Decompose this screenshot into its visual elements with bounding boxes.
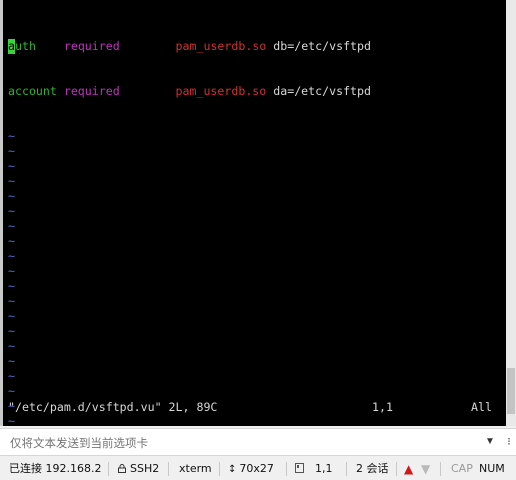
caps-lock-indicator: CAP	[451, 462, 473, 475]
scrollbar-thumb[interactable]	[507, 368, 515, 414]
divider	[346, 462, 347, 476]
send-command-bar: ▼ ⁝	[0, 428, 516, 456]
vim-empty-line-tilde: ~	[8, 414, 15, 426]
send-text-input[interactable]	[8, 433, 482, 453]
vim-file-info: "/etc/pam.d/vsftpd.vu" 2L, 89C	[8, 400, 218, 414]
pam-type: uth	[14, 39, 64, 53]
pam-line-account: account required pam_userdb.so da=/etc/v…	[8, 84, 502, 99]
divider	[440, 462, 441, 476]
divider	[108, 462, 109, 476]
cursor-pos-icon	[295, 458, 309, 480]
vim-status-line: "/etc/pam.d/vsftpd.vu" 2L, 89C 1,1 All	[8, 399, 502, 415]
pam-module: pam_userdb.so	[175, 39, 274, 53]
num-lock-indicator: NUM	[479, 462, 505, 475]
pam-control: required	[63, 39, 176, 53]
pam-args: db=/etc/vsftpd	[273, 39, 372, 53]
vim-cursor-position: 1,1	[372, 400, 393, 414]
terminal-content: auth required pam_userdb.so db=/etc/vsft…	[8, 9, 502, 426]
pam-args: da=/etc/vsftpd	[273, 84, 371, 98]
upload-arrow-icon: ▲	[404, 462, 414, 476]
divider	[168, 462, 169, 476]
vim-empty-line-tilde: ~	[8, 204, 15, 218]
securecrt-window: auth required pam_userdb.so db=/etc/vsft…	[0, 0, 516, 480]
vim-scroll-indicator: All	[471, 400, 492, 414]
pam-line-auth: auth required pam_userdb.so db=/etc/vsft…	[8, 39, 502, 54]
vim-empty-line-tilde: ~	[8, 264, 15, 278]
vim-empty-line-tilde: ~	[8, 324, 15, 338]
vim-empty-line-tilde: ~	[8, 129, 15, 143]
protocol-status: SSH2	[118, 458, 159, 480]
vim-empty-line-tilde: ~	[8, 249, 15, 263]
vim-empty-line-tilde: ~	[8, 384, 15, 398]
vim-empty-line-tilde: ~	[8, 294, 15, 308]
terminal-scrollbar[interactable]	[506, 0, 516, 426]
vim-empty-line-tilde: ~	[8, 369, 15, 383]
pam-control: required	[63, 84, 176, 98]
lock-icon	[118, 464, 126, 473]
divider	[219, 462, 220, 476]
vim-empty-line-tilde: ~	[8, 174, 15, 188]
resize-icon: ↕	[228, 464, 237, 475]
status-bar: 已连接 192.168.200 SSH2 xterm ↕70x27 1,1 2 …	[0, 458, 516, 480]
vim-empty-line-tilde: ~	[8, 159, 15, 173]
connection-status: 已连接 192.168.200	[9, 462, 102, 475]
terminal-size: ↕ 70x27	[228, 458, 274, 480]
terminal-pane[interactable]: auth required pam_userdb.so db=/etc/vsft…	[0, 0, 516, 426]
pam-module: pam_userdb.so	[175, 84, 274, 98]
cursor-position: 1,1	[315, 462, 333, 475]
vim-empty-line-tilde: ~	[8, 189, 15, 203]
vim-empty-line-tilde: ~	[8, 219, 15, 233]
vertical-dots-icon[interactable]: ⁝	[504, 434, 514, 450]
vim-empty-line-tilde: ~	[8, 309, 15, 323]
vim-empty-line-tilde: ~	[8, 279, 15, 293]
terminal-size-label: 70x27	[239, 462, 274, 475]
vim-empty-line-tilde: ~	[8, 354, 15, 368]
protocol-label: SSH2	[130, 462, 160, 475]
vim-empty-line-tilde: ~	[8, 234, 15, 248]
divider	[396, 462, 397, 476]
vim-empty-line-tilde: ~	[8, 144, 15, 158]
triangle-down-icon[interactable]: ▼	[484, 434, 496, 450]
pam-type: account	[8, 84, 64, 98]
divider	[286, 462, 287, 476]
text-cursor: a	[8, 39, 15, 54]
session-count: 2 会话	[356, 462, 389, 475]
vim-empty-line-tilde: ~	[8, 339, 15, 353]
terminal-type: xterm	[179, 462, 212, 475]
download-arrow-icon: ▼	[421, 462, 431, 476]
